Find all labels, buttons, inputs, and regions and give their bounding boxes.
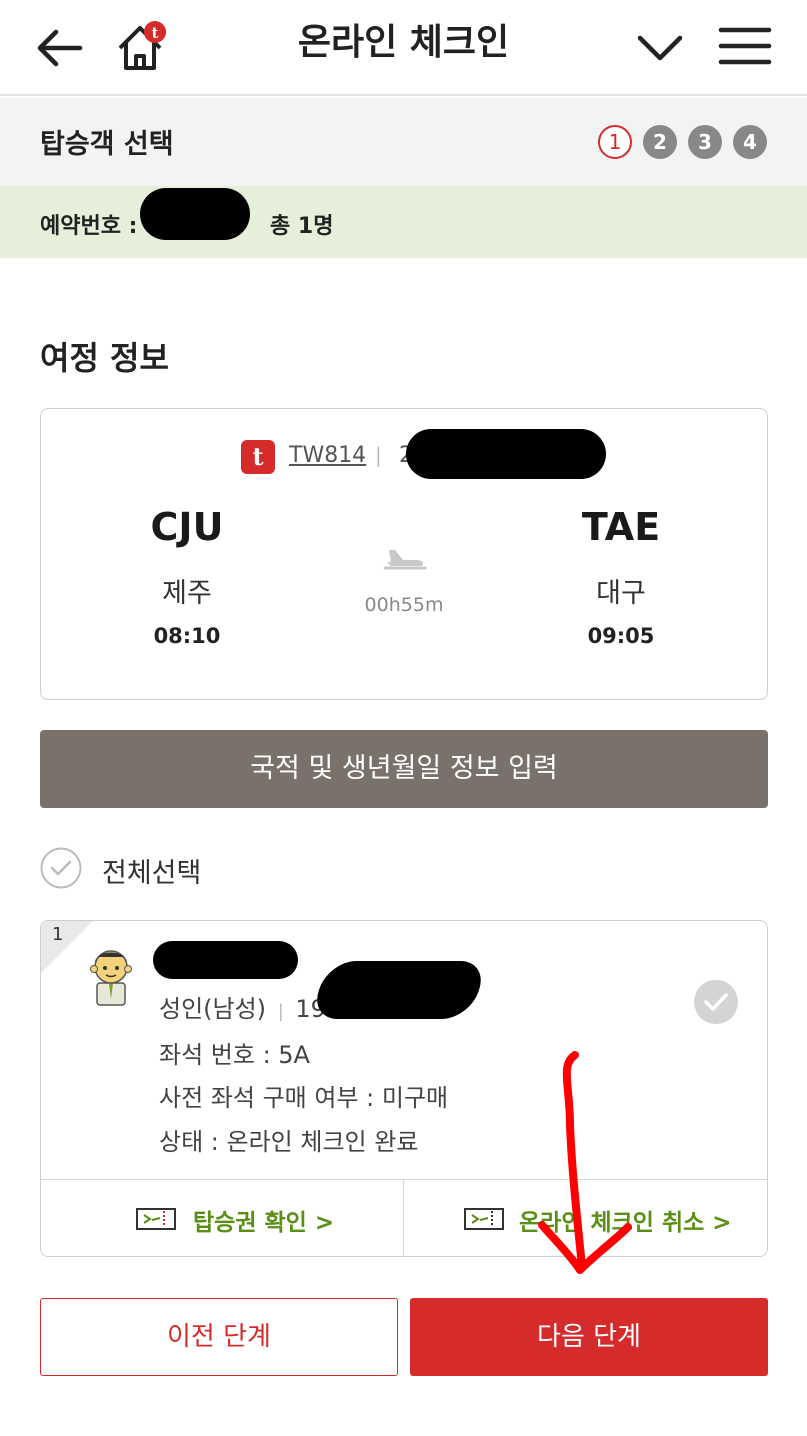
airplane-icon xyxy=(383,550,427,570)
arrival-city: 대구 xyxy=(596,578,646,609)
chevron-down-icon[interactable] xyxy=(630,18,690,78)
step-3: 3 xyxy=(688,125,722,159)
separator: | xyxy=(375,443,382,467)
app-header: t 온라인 체크인 xyxy=(0,0,807,96)
reservation-bar: 예약번호 : 총 1명 xyxy=(0,186,807,258)
arrival-time: 09:05 xyxy=(587,624,655,648)
departure-city: 제주 xyxy=(162,578,212,609)
step-2: 2 xyxy=(643,125,677,159)
passenger-index: 1 xyxy=(52,924,64,945)
passenger-count: 총 1명 xyxy=(270,214,334,239)
checkin-status: 상태 : 온라인 체크인 완료 xyxy=(159,1128,419,1156)
passenger-card[interactable]: 1 성인(남성) | 19 좌석 번호 : 5A 사전 좌석 구매 여부 : 미… xyxy=(40,920,768,1257)
step-1: 1 xyxy=(598,125,632,159)
step-indicator-bar: 탑승객 선택 1 2 3 4 xyxy=(0,98,807,186)
view-boarding-pass-link[interactable]: 탑승권 확인 > xyxy=(41,1179,403,1256)
previous-step-button[interactable]: 이전 단계 xyxy=(40,1298,398,1376)
hamburger-menu-icon[interactable] xyxy=(715,18,775,78)
view-boarding-pass-label[interactable]: 탑승권 확인 > xyxy=(193,1203,334,1237)
seat-number: 좌석 번호 : 5A xyxy=(159,1041,310,1069)
itinerary-section-title: 여정 정보 xyxy=(40,339,169,377)
next-step-button[interactable]: 다음 단계 xyxy=(410,1298,768,1376)
prepaid-seat-status: 사전 좌석 구매 여부 : 미구매 xyxy=(159,1084,449,1112)
passenger-type: 성인(남성) | 19 xyxy=(159,989,326,1024)
male-passenger-avatar-icon xyxy=(90,950,132,1006)
reservation-label: 예약번호 : xyxy=(40,214,138,239)
ticket-icon xyxy=(464,1208,504,1230)
cancel-online-checkin-link[interactable]: 온라인 체크인 취소 > xyxy=(404,1179,767,1256)
airline-logo-icon: t xyxy=(241,440,275,474)
step-4: 4 xyxy=(733,125,767,159)
enter-nationality-dob-button[interactable]: 국적 및 생년월일 정보 입력 xyxy=(40,730,768,808)
redaction-mark xyxy=(140,188,250,240)
separator: | xyxy=(277,1001,284,1022)
redaction-mark xyxy=(153,941,298,979)
redaction-mark xyxy=(309,961,489,1019)
select-all-checkbox[interactable]: 전체선택 xyxy=(40,847,340,891)
check-circle-icon[interactable] xyxy=(40,847,82,889)
step-title: 탑승객 선택 xyxy=(40,129,174,160)
flight-info-card: t TW814 | 202 CJU 제주 08:10 00h55m TAE 대구… xyxy=(40,408,768,700)
flight-number[interactable]: TW814 xyxy=(289,443,366,468)
departure-code: CJU xyxy=(150,505,224,549)
arrival-code: TAE xyxy=(581,505,661,549)
redaction-mark xyxy=(406,429,606,479)
select-all-label: 전체선택 xyxy=(102,858,202,889)
cancel-online-checkin-label[interactable]: 온라인 체크인 취소 > xyxy=(519,1203,732,1237)
departure-time: 08:10 xyxy=(153,624,221,648)
passenger-type-gender: 성인(남성) xyxy=(159,995,267,1023)
ticket-icon xyxy=(136,1208,176,1230)
passenger-check-icon[interactable] xyxy=(694,980,738,1024)
flight-duration: 00h55m xyxy=(364,594,444,616)
